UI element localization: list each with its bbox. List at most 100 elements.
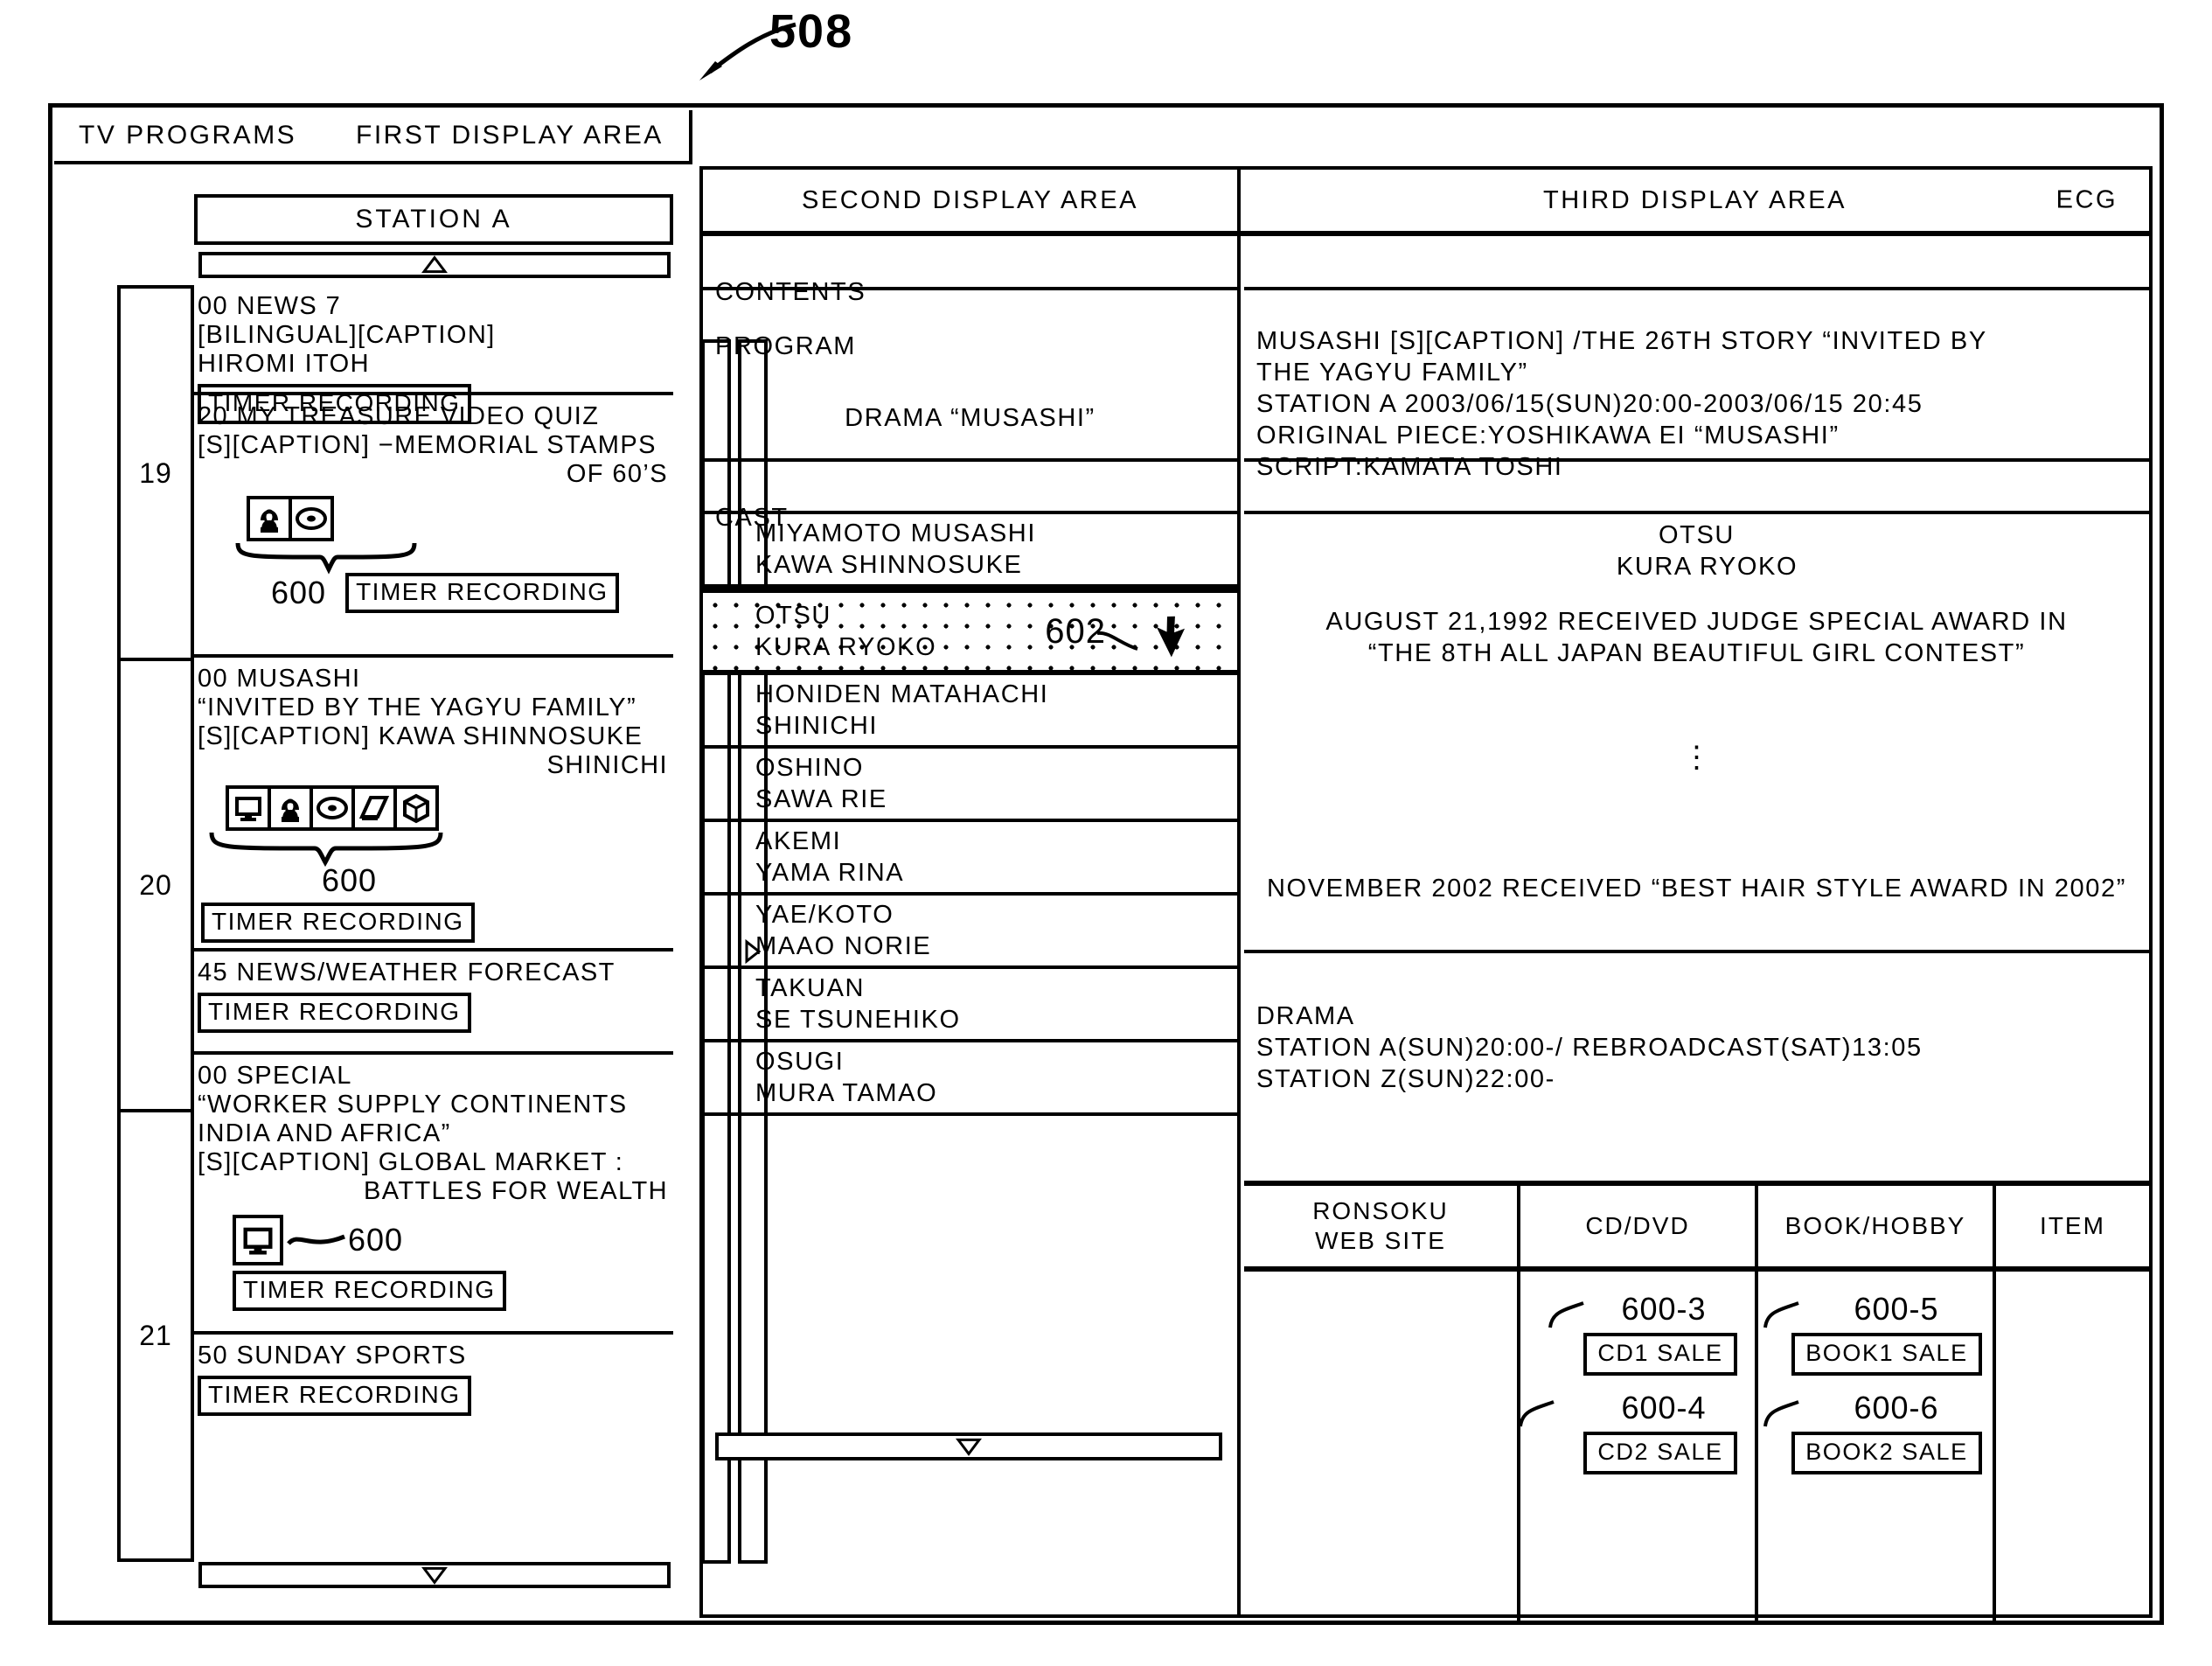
ellipsis-indicator: ⋮ bbox=[1244, 687, 2149, 827]
callout-number: 600 bbox=[348, 1222, 404, 1258]
monitor-icon[interactable] bbox=[226, 785, 271, 831]
cast-actor: SHINICHI bbox=[755, 712, 879, 740]
list-item[interactable]: 00 MUSASHI “INVITED BY THE YAGYU FAMILY”… bbox=[194, 658, 673, 952]
program-list-scroll-up[interactable] bbox=[198, 252, 671, 278]
ronsoku-cell[interactable] bbox=[1244, 1272, 1520, 1621]
second-display-area: CONTENTS PROGRAM DRAMA “MUSASHI” CAST MI… bbox=[703, 236, 1241, 1618]
list-item[interactable]: 00 SPECIAL “WORKER SUPPLY CONTINENTS IND… bbox=[194, 1055, 673, 1335]
list-item[interactable]: 50 SUNDAY SPORTS TIMER RECORDING bbox=[194, 1335, 673, 1438]
third-display-area-header: THIRD DISPLAY AREA ECG bbox=[1241, 170, 2149, 231]
person-icon[interactable] bbox=[247, 496, 292, 541]
cast-list-scroll-down[interactable] bbox=[715, 1432, 1222, 1460]
first-display-header: TV PROGRAMS FIRST DISPLAY AREA bbox=[54, 110, 692, 164]
program-list-scroll-down[interactable] bbox=[198, 1562, 671, 1588]
triangle-down-icon bbox=[421, 1566, 448, 1585]
triangle-up-icon bbox=[421, 255, 448, 274]
program-list: 00 NEWS 7 [BILINGUAL][CAPTION] HIROMI IT… bbox=[194, 285, 673, 1438]
station-selector[interactable]: STATION A bbox=[194, 194, 673, 245]
cast-actor: SE TSUNEHIKO bbox=[755, 1006, 961, 1034]
award-detail-2: NOVEMBER 2002 RECEIVED “BEST HAIR STYLE … bbox=[1244, 827, 2149, 953]
cast-row[interactable]: AKEMI YAMA RINA bbox=[703, 822, 1237, 896]
pointer-cursor-icon bbox=[1156, 616, 1186, 658]
program-value: DRAMA “MUSASHI” bbox=[845, 404, 1096, 432]
station-label: STATION A bbox=[355, 205, 512, 234]
callout-number: 600 bbox=[271, 575, 327, 610]
column-header-cd-dvd: CD/DVD bbox=[1520, 1186, 1758, 1266]
schedule-text: DRAMA STATION A(SUN)20:00-/ REBROADCAST(… bbox=[1256, 1002, 1923, 1093]
cd2-sale-button[interactable]: CD2 SALE bbox=[1583, 1432, 1737, 1474]
cast-role: AKEMI bbox=[755, 827, 842, 855]
hour-cell: 21 bbox=[117, 1109, 194, 1562]
column-header-book-hobby: BOOK/HOBBY bbox=[1758, 1186, 1996, 1266]
program-icon-group bbox=[226, 785, 673, 831]
cast-actor: KAWA SHINNOSUKE bbox=[755, 551, 1023, 579]
list-item[interactable]: 20 MY TREASURE VIDEO QUIZ [S][CAPTION] −… bbox=[194, 395, 673, 658]
cast-row[interactable]: OSHINO SAWA RIE bbox=[703, 749, 1237, 822]
cast-actor: YAMA RINA bbox=[755, 859, 905, 887]
cast-role: HONIDEN MATAHACHI bbox=[755, 680, 1049, 708]
cast-row[interactable]: HONIDEN MATAHACHI SHINICHI bbox=[703, 675, 1237, 749]
triangle-down-icon bbox=[956, 1438, 982, 1456]
second-display-area-label: SECOND DISPLAY AREA bbox=[703, 170, 1241, 231]
callout-leader-line bbox=[1548, 1301, 1584, 1328]
program-title-cont: BATTLES FOR WEALTH bbox=[364, 1177, 668, 1205]
hour-label: 20 bbox=[139, 868, 172, 901]
award-detail-1: AUGUST 21,1992 RECEIVED JUDGE SPECIAL AW… bbox=[1244, 588, 2149, 687]
callout-leader-line bbox=[1096, 631, 1138, 652]
tv-programs-label: TV PROGRAMS bbox=[79, 121, 297, 150]
cast-row-selected[interactable]: OTSU KURA RYOKO 602 bbox=[703, 588, 1237, 675]
cast-actor: SAWA RIE bbox=[755, 785, 887, 813]
cast-role: YAE/KOTO bbox=[755, 901, 894, 929]
program-title: 00 NEWS 7 [BILINGUAL][CAPTION] HIROMI IT… bbox=[198, 292, 496, 378]
commerce-table-header: RONSOKU WEB SITE CD/DVD BOOK/HOBBY ITEM bbox=[1244, 1186, 2149, 1272]
book-icon[interactable] bbox=[351, 785, 397, 831]
callout-leader-line bbox=[1763, 1400, 1799, 1427]
column-header-ronsoku: RONSOKU WEB SITE bbox=[1244, 1186, 1520, 1266]
detail-panel-header: SECOND DISPLAY AREA THIRD DISPLAY AREA E… bbox=[703, 170, 2149, 236]
cd1-sale-button[interactable]: CD1 SALE bbox=[1583, 1333, 1737, 1376]
person-icon[interactable] bbox=[268, 785, 313, 831]
selected-cast-role: OTSU bbox=[1659, 521, 1735, 549]
callout-leader-line bbox=[1519, 1400, 1555, 1427]
list-item[interactable]: 00 NEWS 7 [BILINGUAL][CAPTION] HIROMI IT… bbox=[194, 285, 673, 424]
cast-row[interactable]: OSUGI MURA TAMAO bbox=[703, 1042, 1237, 1116]
award-text: NOVEMBER 2002 RECEIVED “BEST HAIR STYLE … bbox=[1267, 875, 2126, 903]
list-item[interactable]: 45 NEWS/WEATHER FORECAST TIMER RECORDING bbox=[194, 952, 673, 1055]
timer-recording-button[interactable]: TIMER RECORDING bbox=[198, 1376, 471, 1416]
first-display-area-label: FIRST DISPLAY AREA bbox=[356, 121, 664, 150]
disc-icon[interactable] bbox=[289, 496, 334, 541]
cast-role: OSUGI bbox=[755, 1048, 845, 1076]
timer-recording-button[interactable]: TIMER RECORDING bbox=[345, 573, 619, 613]
hour-label: 21 bbox=[139, 1319, 172, 1351]
cast-row[interactable]: MIYAMOTO MUSASHI KAWA SHINNOSUKE bbox=[703, 514, 1237, 588]
program-label: PROGRAM bbox=[715, 332, 857, 360]
cast-actor: MURA TAMAO bbox=[755, 1079, 938, 1107]
third-display-area-label: THIRD DISPLAY AREA bbox=[1543, 185, 1847, 214]
cast-role: MIYAMOTO MUSASHI bbox=[755, 519, 1036, 547]
selected-cast-detail: OTSU KURA RYOKO bbox=[1244, 514, 2149, 588]
program-detail-text: MUSASHI [S][CAPTION] /THE 26TH STORY “IN… bbox=[1256, 327, 1987, 481]
timer-recording-button[interactable]: TIMER RECORDING bbox=[198, 993, 471, 1033]
cast-label-cell: CAST bbox=[703, 462, 1237, 532]
cast-row[interactable]: YAE/KOTO MAAO NORIE bbox=[703, 896, 1237, 969]
timer-recording-button[interactable]: TIMER RECORDING bbox=[201, 903, 475, 943]
cast-row[interactable]: TAKUAN SE TSUNEHIKO bbox=[703, 969, 1237, 1042]
book2-sale-button[interactable]: BOOK2 SALE bbox=[1791, 1432, 1982, 1474]
book1-sale-button[interactable]: BOOK1 SALE bbox=[1791, 1333, 1982, 1376]
timer-recording-button[interactable]: TIMER RECORDING bbox=[233, 1271, 506, 1311]
hour-label: 19 bbox=[139, 457, 172, 489]
figure-reference-number: 508 bbox=[769, 5, 854, 58]
column-header-item: ITEM bbox=[2040, 1212, 2105, 1239]
item-cell[interactable] bbox=[1996, 1272, 2149, 1621]
program-row-cell: PROGRAM DRAMA “MUSASHI” bbox=[703, 290, 1237, 462]
callout-leader-line bbox=[287, 1234, 345, 1245]
program-title-cont: SHINICHI bbox=[546, 751, 668, 779]
contents-value-cell bbox=[1244, 236, 2149, 290]
box-icon[interactable] bbox=[393, 785, 439, 831]
ecg-label: ECG bbox=[2055, 185, 2118, 214]
hour-column: 19 20 21 bbox=[117, 285, 194, 1562]
program-title: 50 SUNDAY SPORTS bbox=[198, 1342, 467, 1370]
program-title: 45 NEWS/WEATHER FORECAST bbox=[198, 958, 616, 986]
monitor-icon[interactable] bbox=[233, 1215, 283, 1265]
disc-icon[interactable] bbox=[310, 785, 355, 831]
